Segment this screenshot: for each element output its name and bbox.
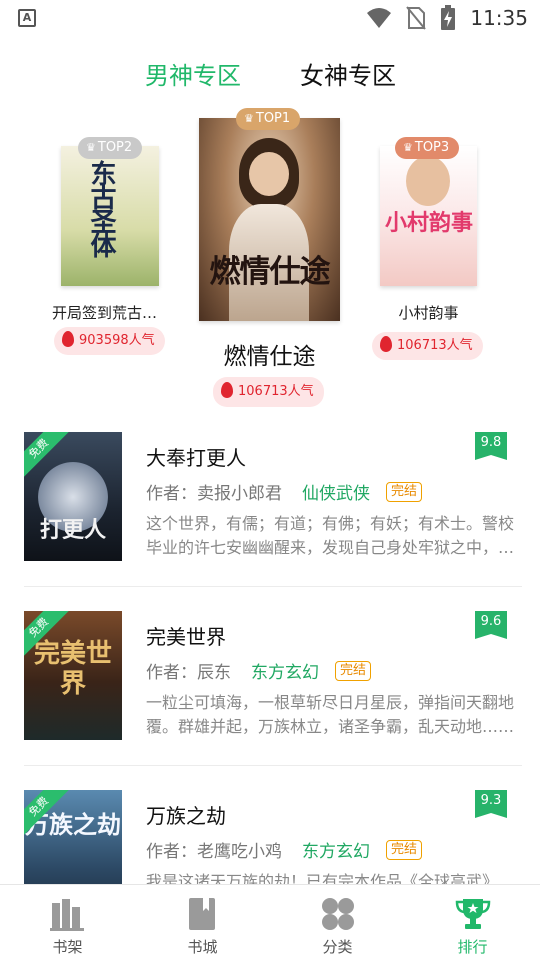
battery-charging-icon: [441, 5, 456, 30]
rank-label: TOP3: [414, 140, 450, 155]
rank-badge: ♛ TOP1: [236, 108, 301, 130]
rank-label: TOP1: [255, 111, 291, 126]
nav-label: 分类: [322, 938, 353, 956]
crown-icon: ♛: [244, 112, 254, 125]
nav-category[interactable]: 分类: [270, 885, 405, 960]
book-cover[interactable]: 燃情仕途: [199, 118, 340, 321]
wifi-icon: [367, 8, 392, 28]
book-description: 这个世界，有儒；有道；有佛；有妖；有术士。警校毕业的许七安幽幽醒来，发现自己身处…: [146, 514, 515, 557]
popularity-value: 106713人气: [397, 338, 473, 353]
score-badge: 9.6: [475, 611, 507, 639]
author-name: 辰东: [197, 663, 231, 683]
author-name: 老鹰吃小鸡: [197, 842, 282, 862]
author-label: 作者：: [146, 484, 197, 504]
rank-badge: ♛ TOP3: [395, 137, 460, 159]
cover-title-art: 小村韵事: [384, 211, 473, 236]
category-tag: 仙侠武侠: [302, 484, 370, 504]
popularity-pill: 106713人气: [372, 332, 483, 360]
score-badge: 9.3: [475, 790, 507, 818]
cover-face-art: [249, 152, 289, 196]
book-title[interactable]: 大奉打更人: [146, 442, 246, 471]
popularity-pill: 903598人气: [54, 327, 165, 355]
cover-title-art: 燃情仕途: [209, 254, 331, 290]
book-meta: 作者： 辰东 东方玄幻 完结: [146, 658, 372, 683]
book-title: 燃情仕途: [223, 344, 316, 370]
book-cover[interactable]: 小村韵事: [380, 146, 477, 286]
divider: [24, 765, 522, 766]
crown-icon: ♛: [403, 141, 413, 154]
category-tag: 东方玄幻: [302, 842, 370, 862]
popularity-value: 903598人气: [79, 333, 155, 348]
status-bar: A 11:35: [0, 0, 540, 36]
tab-female-zone[interactable]: 女神专区: [300, 56, 396, 96]
bottom-nav: 书架 书城 分类 排行: [0, 884, 540, 960]
status-badge: 完结: [386, 481, 423, 502]
bookshelf-icon: [49, 899, 84, 931]
nav-bookshelf[interactable]: 书架: [0, 885, 135, 960]
crown-icon: ♛: [86, 141, 96, 154]
nav-label: 排行: [457, 938, 488, 956]
author-name: 卖报小郎君: [197, 484, 282, 504]
book-title: 小村韵事: [398, 304, 459, 322]
cover-figure-art: [406, 156, 450, 206]
book-meta: 作者： 卖报小郎君 仙侠武侠 完结: [146, 479, 423, 504]
popularity-pill: 106713人气: [213, 377, 324, 407]
flame-icon: [62, 331, 74, 347]
book-cover[interactable]: 东古圣体: [61, 146, 159, 286]
no-sim-icon: [406, 6, 427, 30]
author-label: 作者：: [146, 663, 197, 683]
nav-ranking[interactable]: 排行: [405, 885, 540, 960]
category-icon: [321, 898, 354, 930]
tab-male-zone[interactable]: 男神专区: [145, 56, 241, 96]
flame-icon: [221, 382, 233, 398]
nav-label: 书架: [52, 938, 83, 956]
book-title[interactable]: 完美世界: [146, 621, 226, 650]
trophy-icon: [455, 899, 490, 929]
nav-bookstore[interactable]: 书城: [135, 885, 270, 960]
status-badge: 完结: [386, 839, 423, 860]
list-item[interactable]: 完美世界 免费 完美世界 作者： 辰东 东方玄幻 完结 一粒尘可填海，一根草斩尽…: [0, 611, 540, 790]
nav-label: 书城: [187, 938, 218, 956]
cover-title-art: 完美世界: [33, 639, 112, 699]
flame-icon: [380, 336, 392, 352]
book-description: 一粒尘可填海，一根草斩尽日月星辰，弹指间天翻地覆。群雄并起，万族林立，诸圣争霸，…: [146, 693, 515, 736]
accessibility-icon: A: [18, 9, 36, 27]
divider: [24, 586, 522, 587]
book-title[interactable]: 万族之劫: [146, 800, 226, 829]
clock-time: 11:35: [470, 6, 528, 30]
zone-tabs: 男神专区 女神专区: [0, 56, 540, 96]
rank-badge: ♛ TOP2: [78, 137, 143, 159]
book-meta: 作者： 老鹰吃小鸡 东方玄幻 完结: [146, 837, 423, 862]
book-cover[interactable]: 完美世界 免费: [24, 611, 122, 740]
score-badge: 9.8: [475, 432, 507, 460]
cover-title-art: 打更人: [39, 518, 106, 543]
category-tag: 东方玄幻: [251, 663, 319, 683]
bookstore-icon: [188, 898, 215, 930]
book-cover[interactable]: 打更人 免费: [24, 432, 122, 561]
rank-label: TOP2: [97, 140, 133, 155]
popularity-value: 106713人气: [238, 384, 314, 399]
book-title: 开局签到荒古圣...: [52, 304, 170, 322]
cover-title-art: 东古圣体: [86, 160, 116, 256]
list-item[interactable]: 打更人 免费 大奉打更人 作者： 卖报小郎君 仙侠武侠 完结 这个世界，有儒；有…: [0, 432, 540, 611]
status-badge: 完结: [335, 660, 372, 681]
author-label: 作者：: [146, 842, 197, 862]
